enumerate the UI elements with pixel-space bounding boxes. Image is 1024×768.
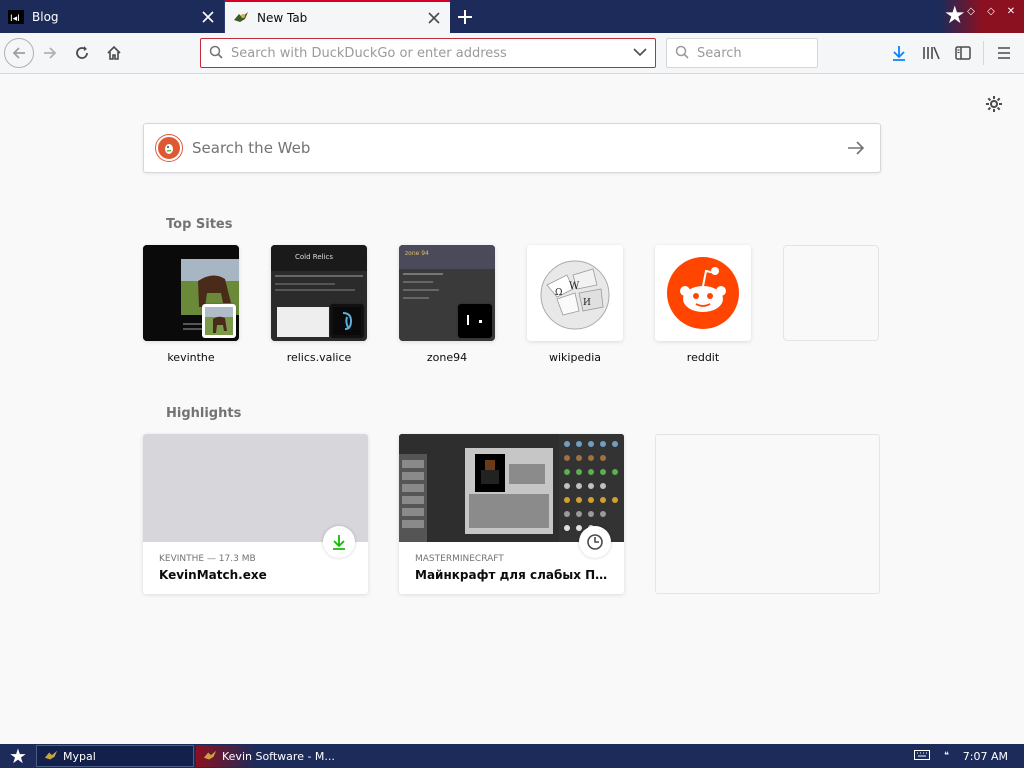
svg-text:И: И: [583, 298, 591, 308]
top-site-label: relics.valice: [286, 351, 352, 364]
tab-title: Blog: [32, 9, 59, 24]
maximize-icon[interactable]: ◇: [984, 4, 998, 18]
reload-button[interactable]: [66, 37, 98, 69]
clock: 7:07 AM: [962, 749, 1008, 763]
svg-text:I◂I: I◂I: [10, 14, 20, 24]
url-bar[interactable]: Search with DuckDuckGo or enter address: [200, 38, 656, 68]
top-site-label: zone94: [426, 351, 468, 364]
taskbar-task-mypal[interactable]: Mypal: [36, 745, 194, 767]
duckduckgo-icon: [156, 135, 182, 161]
start-button[interactable]: ★: [0, 744, 36, 768]
url-bar-placeholder: Search with DuckDuckGo or enter address: [231, 45, 507, 61]
download-icon: [323, 526, 355, 558]
system-tray: ❝ 7:07 AM: [913, 744, 1024, 768]
back-button[interactable]: [4, 38, 34, 68]
search-bar-placeholder: Search: [697, 45, 742, 61]
top-sites-heading: Top Sites: [166, 217, 233, 232]
toolbar-right-buttons: [883, 37, 1020, 69]
zone94-favicon: [458, 304, 492, 338]
clock-icon: [579, 526, 611, 558]
web-search-box[interactable]: Search the Web: [143, 123, 881, 173]
wikipedia-icon: W Ω И: [527, 245, 623, 341]
search-icon: [675, 45, 689, 62]
top-site-label: kevinthe: [167, 351, 215, 364]
highlight-title: Майнкрафт для слабых ПК - Mi...: [415, 568, 615, 582]
top-site-label: reddit: [686, 351, 720, 364]
kevinthe-favicon: [202, 304, 236, 338]
mypal-icon: [43, 748, 59, 764]
taskbar: ★ Mypal Kevin Software - M... ❝ 7:07 AM: [0, 744, 1024, 768]
top-site-tile[interactable]: Cold Relics relics.valice: [271, 245, 367, 364]
top-sites-grid: kevinthe Cold Relics relics.valice zone …: [143, 245, 911, 364]
top-site-empty-tile: [783, 245, 879, 364]
toolbar-separator: [983, 41, 984, 65]
highlights-heading: Highlights: [166, 406, 242, 421]
svg-text:W: W: [569, 281, 580, 292]
star-logo-icon: ★: [9, 744, 27, 768]
wikipedia-thumb: W Ω И: [527, 245, 623, 341]
reddit-icon: [655, 245, 751, 341]
tab-blog[interactable]: I◂I Blog: [0, 0, 225, 33]
navigation-toolbar: Search with DuckDuckGo or enter address …: [0, 33, 1024, 74]
mypal-favicon-icon: [233, 10, 249, 26]
tab-strip: I◂I Blog New Tab ★ ◇ ◇ ✕: [0, 0, 1024, 33]
new-tab-button[interactable]: [450, 0, 480, 33]
window-controls: ★ ◇ ◇ ✕: [940, 0, 1024, 33]
taskbar-task-kevin-software[interactable]: Kevin Software - M...: [196, 745, 346, 767]
menu-button[interactable]: [988, 37, 1020, 69]
top-site-tile[interactable]: W Ω И wikipedia: [527, 245, 623, 364]
highlights-grid: KEVINTHE — 17.3 MB KevinMatch.exe MASTER…: [143, 434, 911, 594]
web-search-placeholder: Search the Web: [192, 139, 311, 157]
top-site-tile[interactable]: zone 94 zone94: [399, 245, 495, 364]
relics-favicon: [330, 304, 364, 338]
highlight-card[interactable]: KEVINTHE — 17.3 MB KevinMatch.exe: [143, 434, 368, 594]
forward-button[interactable]: [34, 37, 66, 69]
relics-thumb-text: Cold Relics: [295, 253, 333, 261]
highlight-meta: KEVINTHE — 17.3 MB: [159, 554, 256, 564]
tab-title: New Tab: [257, 10, 308, 25]
star-logo-icon: ★: [944, 1, 966, 29]
search-icon: [209, 45, 223, 62]
top-site-tile[interactable]: kevinthe: [143, 245, 239, 364]
home-button[interactable]: [98, 37, 130, 69]
kevinthe-thumb: [143, 245, 239, 341]
downloads-button[interactable]: [883, 37, 915, 69]
top-site-label: wikipedia: [548, 351, 601, 364]
highlight-meta: MASTERMINECRAFT: [415, 554, 504, 564]
top-site-tile[interactable]: reddit: [655, 245, 751, 364]
new-tab-page: Search the Web Top Sites kevinthe Cold R…: [0, 74, 1024, 744]
reddit-thumb: [655, 245, 751, 341]
task-label: Mypal: [63, 749, 96, 763]
gear-icon[interactable]: [984, 94, 1004, 114]
tab-new-tab[interactable]: New Tab: [225, 0, 450, 33]
close-window-icon[interactable]: ✕: [1004, 4, 1018, 18]
search-bar[interactable]: Search: [666, 38, 818, 68]
chevron-down-icon[interactable]: [633, 46, 647, 60]
highlight-title: KevinMatch.exe: [159, 568, 267, 582]
blog-favicon-icon: I◂I: [8, 9, 24, 25]
tabstrip-spacer: [480, 0, 940, 33]
task-label: Kevin Software - M...: [222, 749, 335, 763]
arrow-right-icon[interactable]: [844, 140, 868, 156]
highlight-empty-card: [655, 434, 880, 594]
minimize-icon[interactable]: ◇: [964, 4, 978, 18]
library-button[interactable]: [915, 37, 947, 69]
relics-thumb: Cold Relics: [271, 245, 367, 341]
zone94-thumb-text: zone 94: [405, 250, 429, 257]
empty-thumb: [783, 245, 879, 341]
svg-text:Ω: Ω: [555, 288, 562, 298]
highlight-card[interactable]: MASTERMINECRAFT Майнкрафт для слабых ПК …: [399, 434, 624, 594]
keyboard-icon[interactable]: [913, 749, 930, 763]
close-tab-icon[interactable]: [200, 9, 216, 25]
volume-icon[interactable]: ❝: [944, 751, 949, 761]
zone94-thumb: zone 94: [399, 245, 495, 341]
sidebar-toggle-button[interactable]: [947, 37, 979, 69]
mypal-icon: [202, 748, 218, 764]
close-tab-icon[interactable]: [426, 10, 442, 26]
